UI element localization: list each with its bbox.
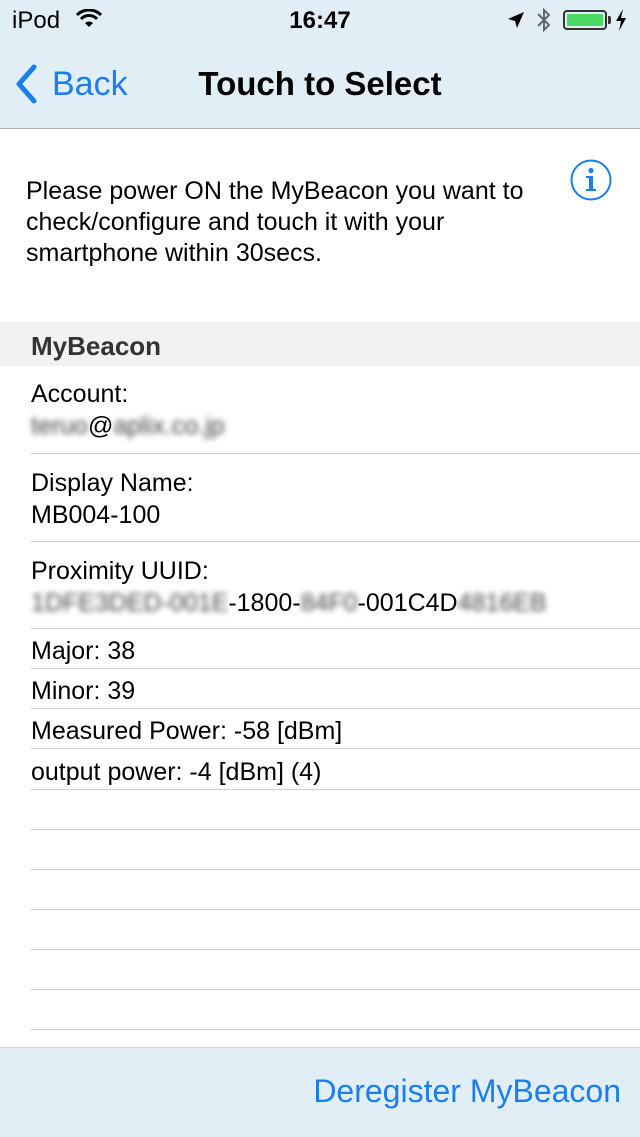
account-blurred-domain: aplix.co.jp xyxy=(113,412,225,440)
account-value: teruo@aplix.co.jp xyxy=(31,412,225,441)
empty-row-separator xyxy=(31,989,640,990)
battery-tip xyxy=(608,16,611,24)
charging-bolt-icon xyxy=(614,8,628,37)
section-title: MyBeacon xyxy=(31,331,162,361)
empty-row-separator xyxy=(31,949,640,950)
empty-row-separator xyxy=(31,1029,640,1030)
page-title: Touch to Select xyxy=(198,65,442,102)
output-power-row: output power: -4 [dBm] (4) xyxy=(31,749,640,790)
uuid-value: 1DFE3DED-001E-1800-84F0-001C4D4816EB xyxy=(31,589,547,618)
uuid-row: Proximity UUID: 1DFE3DED-001E-1800-84F0-… xyxy=(31,542,640,629)
uuid-label: Proximity UUID: xyxy=(31,557,209,585)
empty-row-separator xyxy=(31,829,640,830)
uuid-blurred-part-1: 1DFE3DED-001E xyxy=(31,589,229,617)
location-arrow-icon xyxy=(506,10,526,35)
minor-text: Minor: 39 xyxy=(31,677,136,705)
measured-power-row: Measured Power: -58 [dBm] xyxy=(31,709,640,749)
uuid-blurred-part-3: 84F0 xyxy=(300,589,358,617)
uuid-part-2: -1800- xyxy=(228,589,301,617)
display-name-label: Display Name: xyxy=(31,469,194,497)
measured-power-text: Measured Power: -58 [dBm] xyxy=(31,717,343,745)
account-row: Account: teruo@aplix.co.jp xyxy=(31,366,640,454)
major-text: Major: 38 xyxy=(31,637,136,665)
display-name-row: Display Name: MB004-100 xyxy=(31,454,640,542)
display-name-value: MB004-100 xyxy=(31,501,161,529)
uuid-blurred-part-5: 4816EB xyxy=(457,589,547,617)
bottom-toolbar: Deregister MyBeacon xyxy=(0,1047,640,1137)
navigation-bar: Back Touch to Select xyxy=(0,40,640,129)
uuid-part-4: -001C4D xyxy=(357,589,458,617)
minor-row: Minor: 39 xyxy=(31,669,640,709)
section-header: MyBeacon xyxy=(0,322,640,366)
account-label: Account: xyxy=(31,380,129,408)
battery-icon xyxy=(563,10,607,30)
instructions-text: Please power ON the MyBeacon you want to… xyxy=(26,177,524,267)
deregister-button[interactable]: Deregister MyBeacon xyxy=(313,1073,621,1110)
bluetooth-icon xyxy=(535,6,553,39)
major-row: Major: 38 xyxy=(31,629,640,669)
account-at: @ xyxy=(87,412,114,440)
empty-row-separator xyxy=(31,909,640,910)
empty-row-separator xyxy=(31,869,640,870)
account-blurred-user: teruo xyxy=(31,412,88,440)
output-power-text: output power: -4 [dBm] (4) xyxy=(31,758,322,786)
status-bar: iPod 16:47 xyxy=(0,0,640,40)
info-icon[interactable] xyxy=(570,159,612,201)
